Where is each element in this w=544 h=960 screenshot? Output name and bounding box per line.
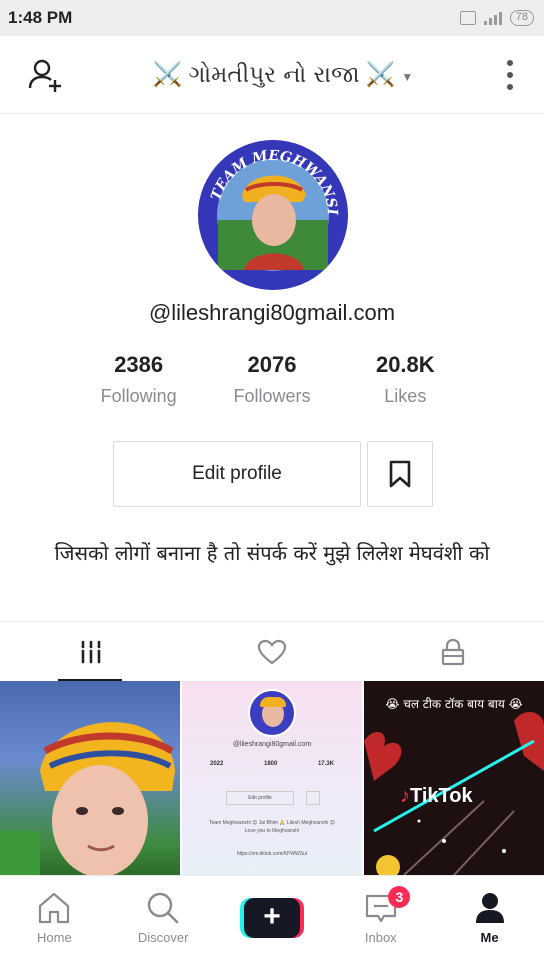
grid-icon bbox=[81, 640, 100, 663]
mini-avatar bbox=[248, 689, 296, 737]
profile-header: ⚔️ ગોમતીપુર નો રાજા ⚔️ ▼ bbox=[0, 36, 544, 114]
stat-value: 2386 bbox=[114, 352, 164, 377]
nav-inbox[interactable]: 3 Inbox bbox=[326, 876, 435, 960]
nav-label: Me bbox=[480, 929, 499, 945]
mini-handle: @lileshrangi80gmail.com bbox=[232, 741, 312, 748]
tab-private[interactable] bbox=[363, 622, 544, 681]
status-icons: 78 bbox=[459, 10, 534, 26]
mini-bookmark-icon bbox=[306, 791, 320, 805]
username-handle: @lileshrangi80gmail.com bbox=[148, 300, 396, 325]
notification-badge: 3 bbox=[388, 886, 411, 908]
stat-likes[interactable]: 20.8K Likes bbox=[339, 352, 472, 407]
stat-label: Following bbox=[100, 386, 177, 406]
video-thumbnail[interactable]: @lileshrangi80gmail.com 2022 1800 17.3K … bbox=[182, 681, 362, 875]
bookmark-icon bbox=[389, 460, 411, 488]
edit-profile-button[interactable]: Edit profile bbox=[113, 441, 361, 507]
video-thumbnail[interactable] bbox=[0, 681, 180, 875]
avatar-image: TEAM MEGHWANSI bbox=[198, 140, 348, 290]
lock-icon bbox=[442, 638, 465, 665]
create-button[interactable]: + bbox=[239, 898, 304, 938]
video-caption: 😭 चल टीक टॉक बाय बाय 😭 bbox=[385, 697, 523, 711]
video-thumbnail[interactable]: 😭 चल टीक टॉक बाय बाय 😭 ♪TikTok bbox=[364, 681, 544, 875]
profile-tabs bbox=[0, 621, 544, 681]
tiktok-logo-text: TikTok bbox=[410, 785, 473, 807]
mini-stat: 17.3K bbox=[317, 761, 334, 767]
mini-stats: 2022 1800 17.3K bbox=[210, 761, 334, 767]
chevron-down-icon: ▼ bbox=[401, 69, 414, 84]
stat-value: 2076 bbox=[247, 352, 297, 377]
home-icon bbox=[39, 892, 70, 923]
add-user-icon bbox=[28, 59, 61, 92]
signal-icon bbox=[483, 11, 502, 25]
search-icon bbox=[147, 892, 179, 923]
page-title: ગોમતીપુર નો રાજા bbox=[188, 61, 360, 88]
nav-label: Home bbox=[37, 929, 72, 945]
tab-videos[interactable] bbox=[0, 622, 181, 681]
stat-label: Followers bbox=[233, 386, 311, 406]
nav-me[interactable]: Me bbox=[435, 876, 544, 960]
bottom-nav: Home Discover + 3 Inbox Me bbox=[0, 875, 544, 960]
profile-icon bbox=[475, 892, 504, 923]
crossed-swords-icon: ⚔️ bbox=[365, 61, 396, 88]
avatar[interactable]: TEAM MEGHWANSI bbox=[198, 140, 348, 290]
stat-value: 20.8K bbox=[375, 352, 435, 377]
heart-icon bbox=[257, 639, 287, 664]
profile-stats: 2386 Following 2076 Followers 20.8K Like… bbox=[72, 352, 472, 407]
tiktok-logo: ♪TikTok bbox=[400, 785, 473, 808]
favorites-button[interactable] bbox=[367, 441, 433, 507]
status-bar: 1:48 PM 78 bbox=[0, 0, 544, 36]
stat-following[interactable]: 2386 Following bbox=[72, 352, 205, 407]
dot bbox=[507, 83, 513, 90]
tiktok-note-icon: ♪ bbox=[400, 785, 410, 807]
battery-icon: 78 bbox=[509, 10, 534, 26]
crossed-swords-icon: ⚔️ bbox=[152, 61, 183, 88]
mini-stat: 1800 bbox=[263, 761, 278, 767]
video-thumbnail-image bbox=[0, 722, 175, 875]
screenshot-icon bbox=[459, 11, 476, 25]
mini-link: https://vm.tiktok.com/KPWWSu/ bbox=[236, 851, 308, 857]
add-friend-button[interactable] bbox=[16, 45, 76, 105]
dot bbox=[507, 59, 513, 66]
profile-bio: जिसको लोगों बनाना है तो संपर्क करें मुझे… bbox=[54, 541, 490, 565]
stat-label: Likes bbox=[384, 386, 427, 406]
nav-discover[interactable]: Discover bbox=[109, 876, 218, 960]
plus-icon: + bbox=[243, 898, 300, 938]
more-options-button[interactable] bbox=[490, 45, 530, 105]
nav-label: Inbox bbox=[364, 929, 397, 945]
mini-edit-profile: Edit profile bbox=[226, 791, 294, 805]
stat-followers[interactable]: 2076 Followers bbox=[205, 352, 338, 407]
nav-create[interactable]: + bbox=[218, 876, 327, 960]
status-time: 1:48 PM bbox=[8, 8, 73, 27]
mini-bio: Team Meghwanshi 😊 Jai Bhim 🙏 Lilesh Megh… bbox=[209, 820, 335, 834]
nav-label: Discover bbox=[137, 929, 189, 945]
account-switcher[interactable]: ⚔️ ગોમતીપુર નો રાજા ⚔️ ▼ bbox=[153, 60, 414, 89]
mini-stat: 2022 bbox=[210, 761, 224, 767]
video-grid: @lileshrangi80gmail.com 2022 1800 17.3K … bbox=[0, 681, 544, 875]
dot bbox=[507, 71, 513, 78]
tab-liked[interactable] bbox=[181, 622, 362, 681]
nav-home[interactable]: Home bbox=[0, 876, 109, 960]
